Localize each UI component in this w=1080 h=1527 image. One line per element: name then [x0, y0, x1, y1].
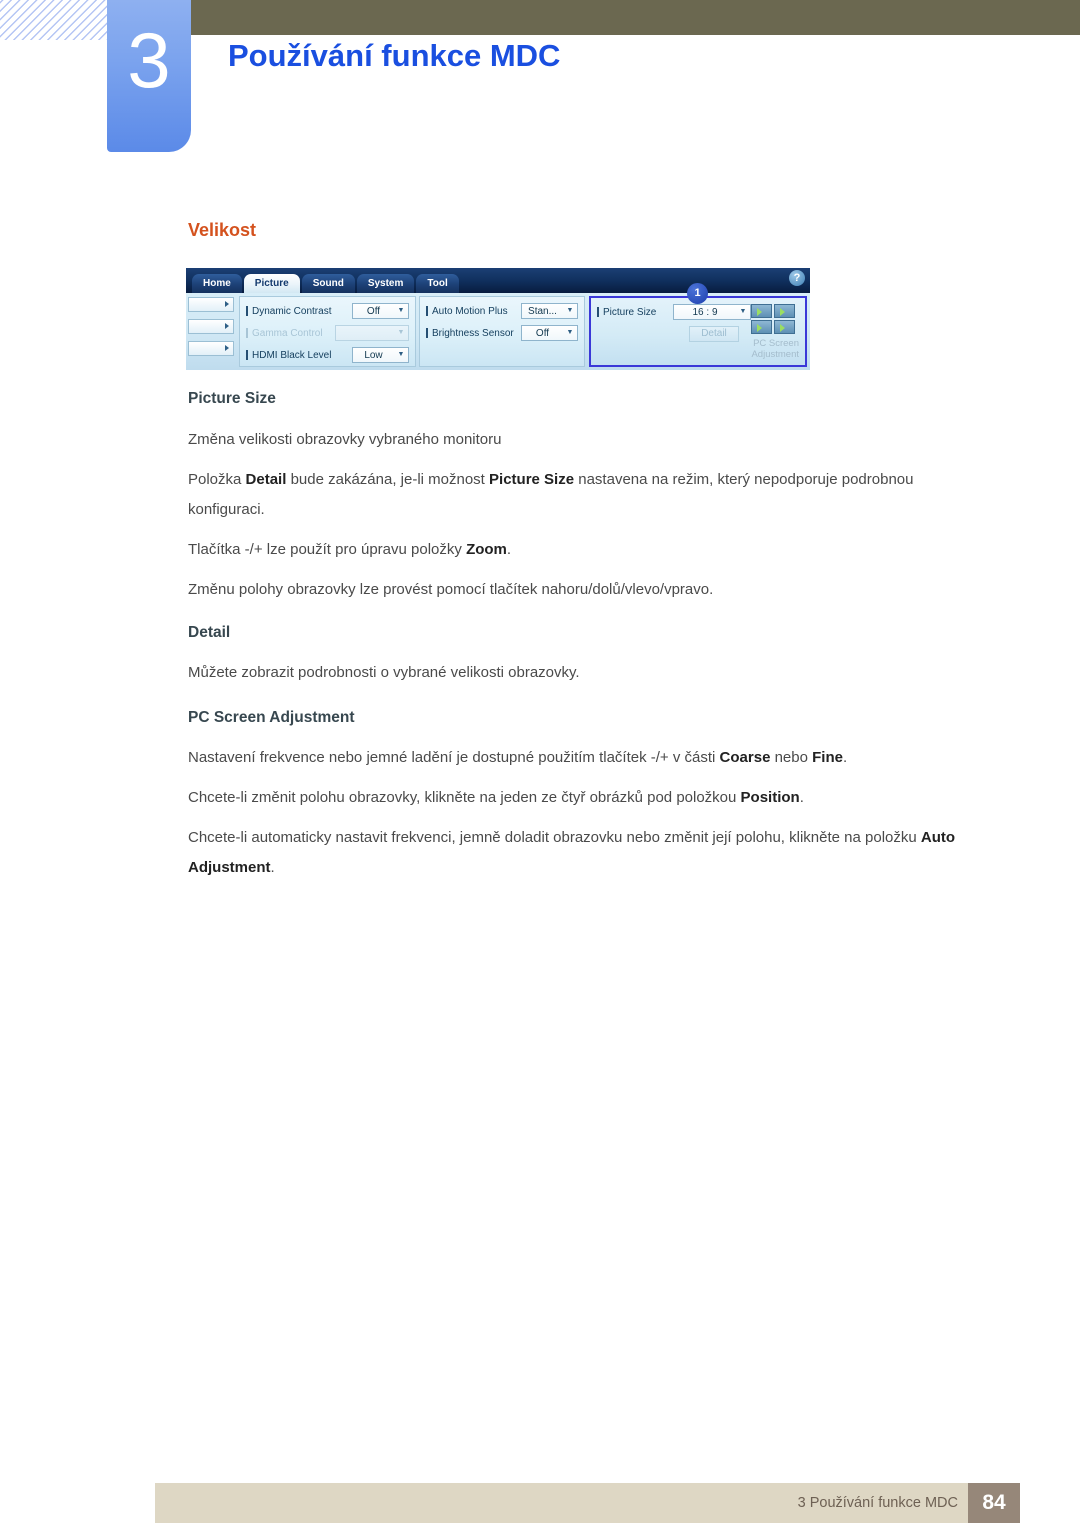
- page-title: Používání funkce MDC: [228, 38, 561, 73]
- dropdown-dynamic-contrast[interactable]: Off ▼: [352, 303, 409, 319]
- field-marker-icon: [597, 307, 599, 317]
- chevron-down-icon: ▼: [397, 329, 405, 336]
- decorative-hatch-pattern: [0, 0, 108, 40]
- field-label: Brightness Sensor: [432, 327, 514, 339]
- dropdown-hdmi-black-level[interactable]: Low ▼: [352, 347, 409, 363]
- stub-expand-button-3[interactable]: [188, 341, 234, 356]
- dropdown-brightness-sensor[interactable]: Off ▼: [521, 325, 578, 341]
- para-detail-desc: Můžete zobrazit podrobnosti o vybrané ve…: [188, 664, 580, 681]
- mdc-group-picture-size: Picture Size 16 : 9 ▼ Detail PC Screen A…: [589, 296, 807, 367]
- chevron-down-icon: ▼: [566, 329, 574, 336]
- field-label: HDMI Black Level: [252, 349, 332, 361]
- dropdown-value: Off: [366, 305, 381, 317]
- dropdown-value: Off: [535, 327, 550, 339]
- chevron-down-icon: ▼: [397, 307, 405, 314]
- para-coarse-fine: Nastavení frekvence nebo jemné ladění je…: [188, 749, 848, 766]
- chevron-down-icon: ▼: [566, 307, 574, 314]
- field-gamma-control: Gamma Control: [246, 325, 323, 341]
- tab-sound[interactable]: Sound: [301, 274, 355, 293]
- stub-expand-button-1[interactable]: [188, 297, 234, 312]
- field-marker-icon: [246, 350, 248, 360]
- pc-screen-adjustment-label: PC Screen Adjustment: [751, 338, 799, 360]
- para-position: Chcete-li změnit polohu obrazovky, klikn…: [188, 789, 804, 806]
- subhead-pc-screen-adjustment: PC Screen Adjustment: [188, 709, 355, 726]
- para-detail-disabled: Položka Detail bude zakázána, je-li možn…: [188, 471, 914, 518]
- field-auto-motion-plus: Auto Motion Plus: [426, 303, 508, 319]
- mdc-screenshot-image: Home Picture Sound System Tool ? Dynamic…: [186, 268, 810, 370]
- dropdown-picture-size[interactable]: 16 : 9 ▼: [673, 304, 751, 320]
- field-dynamic-contrast: Dynamic Contrast: [246, 303, 331, 319]
- callout-badge-1: 1: [687, 283, 708, 304]
- stub-expand-button-2[interactable]: [188, 319, 234, 334]
- mdc-title-bar: Home Picture Sound System Tool ?: [186, 268, 810, 293]
- para-picture-size-desc: Změna velikosti obrazovky vybraného moni…: [188, 431, 502, 448]
- field-label: Picture Size: [603, 306, 657, 318]
- mdc-tab-bar: Home Picture Sound System Tool: [192, 271, 461, 293]
- para-screen-position: Změnu polohy obrazovky lze provést pomoc…: [188, 581, 714, 598]
- page-header: 3 Používání funkce MDC: [0, 0, 1080, 160]
- tab-picture[interactable]: Picture: [243, 274, 300, 293]
- tab-home[interactable]: Home: [192, 274, 242, 293]
- header-olive-bar: [190, 0, 1080, 35]
- mdc-left-stub-column: [188, 297, 236, 367]
- field-marker-icon: [246, 328, 248, 338]
- mdc-group-column-1: Dynamic Contrast Off ▼ Gamma Control ▼ H…: [239, 296, 416, 367]
- tab-tool[interactable]: Tool: [416, 274, 459, 293]
- position-grid[interactable]: [751, 304, 795, 334]
- field-label: Gamma Control: [252, 327, 323, 339]
- chapter-number: 3: [127, 16, 171, 104]
- position-cell-top-left[interactable]: [751, 304, 772, 318]
- subhead-picture-size: Picture Size: [188, 390, 276, 407]
- chevron-right-icon: [225, 301, 229, 307]
- field-picture-size: Picture Size: [597, 304, 656, 320]
- page-number: 84: [968, 1483, 1020, 1523]
- chapter-tab: 3: [107, 0, 191, 152]
- field-brightness-sensor: Brightness Sensor: [426, 325, 514, 341]
- dropdown-auto-motion-plus[interactable]: Stan... ▼: [521, 303, 578, 319]
- position-cell-bottom-right[interactable]: [774, 320, 795, 334]
- para-zoom-buttons: Tlačítka -/+ lze použít pro úpravu polož…: [188, 541, 512, 558]
- field-marker-icon: [426, 328, 428, 338]
- mdc-panel-body: Dynamic Contrast Off ▼ Gamma Control ▼ H…: [186, 293, 810, 370]
- dropdown-value: 16 : 9: [692, 306, 718, 318]
- position-cell-top-right[interactable]: [774, 304, 795, 318]
- page-footer: 3 Používání funkce MDC 84: [155, 1483, 1020, 1523]
- chevron-down-icon: ▼: [397, 351, 405, 358]
- help-icon[interactable]: ?: [789, 270, 805, 286]
- tab-system[interactable]: System: [356, 274, 415, 293]
- footer-chapter-label: 3 Používání funkce MDC: [797, 1495, 958, 1511]
- field-marker-icon: [426, 306, 428, 316]
- chevron-right-icon: [225, 345, 229, 351]
- subhead-detail: Detail: [188, 624, 231, 641]
- field-label: Auto Motion Plus: [432, 305, 508, 317]
- field-marker-icon: [246, 306, 248, 316]
- para-auto-adjustment: Chcete-li automaticky nastavit frekvenci…: [188, 829, 956, 876]
- dropdown-gamma-control[interactable]: ▼: [335, 325, 409, 341]
- section-heading: Velikost: [188, 220, 257, 240]
- dropdown-value: Low: [364, 349, 383, 361]
- dropdown-value: Stan...: [528, 305, 557, 317]
- chevron-right-icon: [225, 323, 229, 329]
- field-label: Dynamic Contrast: [252, 305, 332, 317]
- mdc-group-column-2: Auto Motion Plus Stan... ▼ Brightness Se…: [419, 296, 585, 367]
- field-hdmi-black-level: HDMI Black Level: [246, 347, 331, 363]
- chevron-down-icon: ▼: [739, 308, 747, 315]
- position-cell-bottom-left[interactable]: [751, 320, 772, 334]
